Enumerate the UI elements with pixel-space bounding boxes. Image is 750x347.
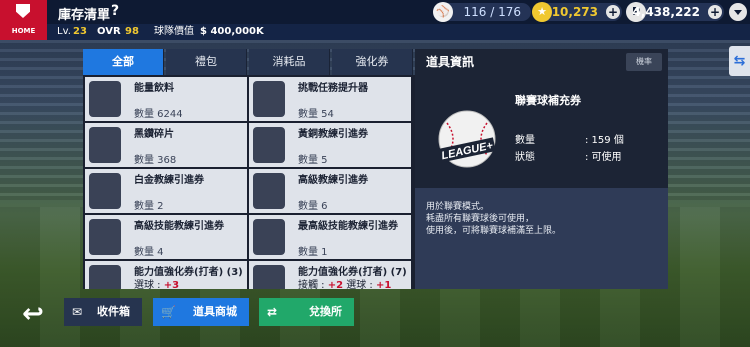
item-card-batter-boost-3[interactable]: 能力值強化券(打者) (3) 選球 : +3 — [85, 261, 247, 289]
side-panel-tab[interactable]: ⇆ — [729, 46, 750, 76]
item-stat-value: +3 — [163, 280, 180, 289]
item-qty: 數量 6 — [298, 201, 328, 212]
tab-consumables[interactable]: 消耗品 — [249, 49, 330, 75]
probability-button[interactable]: 機率 — [626, 53, 662, 71]
add-stars-button[interactable]: + — [606, 5, 620, 19]
item-name: 最高級技能教練引進券 — [298, 221, 398, 232]
item-qty: 數量 1 — [298, 247, 328, 258]
advanced-skill-coach-ticket-icon — [89, 219, 121, 255]
item-stat-value-2: +1 — [375, 280, 392, 289]
item-stat-label-2: 選球 : — [343, 280, 376, 289]
cart-icon: 🛒 — [161, 305, 176, 319]
home-label: HOME — [11, 27, 36, 35]
tab-all[interactable]: 全部 — [83, 49, 164, 75]
team-info-bar: Lv. 23 OVR 98 球隊價值 $ 400,000K — [47, 24, 750, 40]
baseball-count: 116 / 176 — [463, 5, 521, 19]
help-icon[interactable]: ? — [111, 3, 119, 19]
item-stat-value: +2 — [327, 280, 344, 289]
item-name: 能量飲料 — [134, 83, 174, 94]
item-qty: 數量 54 — [298, 109, 334, 120]
exchange-label: 兌換所 — [309, 305, 342, 318]
mail-icon: ✉ — [72, 305, 83, 319]
category-tabs: 全部 禮包 消耗品 強化券 — [83, 49, 415, 75]
batter-stat-boost-icon — [89, 265, 121, 289]
item-shop-button[interactable]: 🛒 道具商城 — [153, 298, 249, 326]
mission-booster-icon — [253, 81, 285, 117]
detail-qty-label: 數量 — [515, 135, 535, 146]
item-stat: 選球 : +3 — [134, 276, 179, 289]
detail-status-label: 狀態 — [515, 152, 535, 163]
item-name: 黃銅教練引進券 — [298, 129, 368, 140]
points-counter: P 4,438,222 + — [626, 2, 724, 22]
description-line: 使用後，可將聯賽球補滿至上限。 — [426, 226, 562, 236]
item-qty: 數量 5 — [298, 155, 328, 166]
item-card-batter-boost-7[interactable]: 能力值強化券(打者) (7) 接觸 : +2 選球 : +1 — [249, 261, 411, 289]
item-card-advanced-coach-ticket[interactable]: 高級教練引進券 數量 6 — [249, 169, 411, 213]
item-card-bronze-coach-ticket[interactable]: 黃銅教練引進券 數量 5 — [249, 123, 411, 167]
item-card-energy-drink[interactable]: 能量飲料 數量 6244 — [85, 77, 247, 121]
advanced-coach-ticket-icon — [253, 173, 285, 209]
item-card-platinum-coach-ticket[interactable]: 白金教練引進券 數量 2 — [85, 169, 247, 213]
bronze-coach-ticket-icon — [253, 127, 285, 163]
item-name: 高級技能教練引進券 — [134, 221, 224, 232]
exchange-arrows-icon: ⇄ — [267, 305, 278, 319]
team-value-label: 球隊價值 — [154, 26, 194, 37]
item-name: 黑鑽碎片 — [134, 129, 174, 140]
item-name: 高級教練引進券 — [298, 175, 368, 186]
menu-dropdown-button[interactable] — [729, 3, 747, 21]
back-arrow-icon[interactable]: ↩ — [17, 298, 49, 330]
detail-header-title: 道具資訊 — [426, 55, 475, 69]
item-list[interactable]: 能量飲料 數量 6244 挑戰任務提升器 數量 54 黑鑽碎片 數量 368 黃… — [83, 75, 415, 289]
lv-value: 23 — [73, 26, 87, 37]
page-title: 庫存清單 — [58, 8, 111, 23]
detail-header: 道具資訊 機率 — [415, 49, 668, 75]
detail-qty-value: : 159 個 — [585, 135, 624, 146]
diamond-shard-icon — [89, 127, 121, 163]
home-plate-icon — [16, 4, 30, 18]
add-points-button[interactable]: + — [708, 5, 722, 19]
mailbox-button[interactable]: ✉ 收件箱 — [64, 298, 142, 326]
team-value: $ 400,000K — [200, 26, 264, 37]
batter-stat-boost-icon — [253, 265, 285, 289]
baseball-counter: ⚾ 116 / 176 — [433, 2, 531, 22]
mailbox-label: 收件箱 — [97, 305, 130, 318]
detail-description: 用於聯賽模式。 耗盡所有聯賽球後可使用， 使用後，可將聯賽球補滿至上限。 — [415, 188, 668, 289]
ovr-value: 98 — [125, 26, 139, 37]
top-skill-coach-ticket-icon — [253, 219, 285, 255]
item-qty: 數量 6244 — [134, 109, 183, 120]
detail-status-value: : 可使用 — [585, 152, 622, 163]
ovr-label: OVR — [97, 26, 121, 37]
league-ball-icon: LEAGUE+ — [438, 110, 496, 168]
item-qty: 數量 2 — [134, 201, 164, 212]
platinum-coach-ticket-icon — [89, 173, 121, 209]
exchange-button[interactable]: ⇄ 兌換所 — [259, 298, 354, 326]
detail-item-name: 聯賽球補充券 — [515, 94, 581, 107]
item-detail-panel: LEAGUE+ 聯賽球補充券 數量 : 159 個 狀態 : 可使用 用於聯賽模… — [415, 75, 668, 289]
star-icon: ★ — [532, 2, 552, 22]
item-stat: 接觸 : +2 選球 : +1 — [298, 276, 391, 289]
baseball-icon: ⚾ — [433, 2, 453, 22]
item-card-diamond-shard[interactable]: 黑鑽碎片 數量 368 — [85, 123, 247, 167]
item-stat-label: 接觸 : — [298, 280, 328, 289]
item-card-advanced-skill-coach-ticket[interactable]: 高級技能教練引進券 數量 4 — [85, 215, 247, 259]
tab-packages[interactable]: 禮包 — [166, 49, 247, 75]
star-counter: ★ 10,273 + — [532, 2, 622, 22]
item-name: 白金教練引進券 — [134, 175, 204, 186]
item-qty: 數量 4 — [134, 247, 164, 258]
item-name: 挑戰任務提升器 — [298, 83, 368, 94]
energy-drink-icon — [89, 81, 121, 117]
tab-boost-tickets[interactable]: 強化券 — [332, 49, 413, 75]
home-button[interactable]: HOME — [0, 0, 47, 40]
item-card-mission-booster[interactable]: 挑戰任務提升器 數量 54 — [249, 77, 411, 121]
item-card-top-skill-coach-ticket[interactable]: 最高級技能教練引進券 數量 1 — [249, 215, 411, 259]
item-stat-label: 選球 : — [134, 280, 164, 289]
star-count: 10,273 — [551, 5, 598, 19]
lv-label: Lv. — [57, 26, 71, 37]
item-shop-label: 道具商城 — [193, 305, 237, 318]
item-qty: 數量 368 — [134, 155, 177, 166]
points-count: 4,438,222 — [632, 5, 700, 19]
